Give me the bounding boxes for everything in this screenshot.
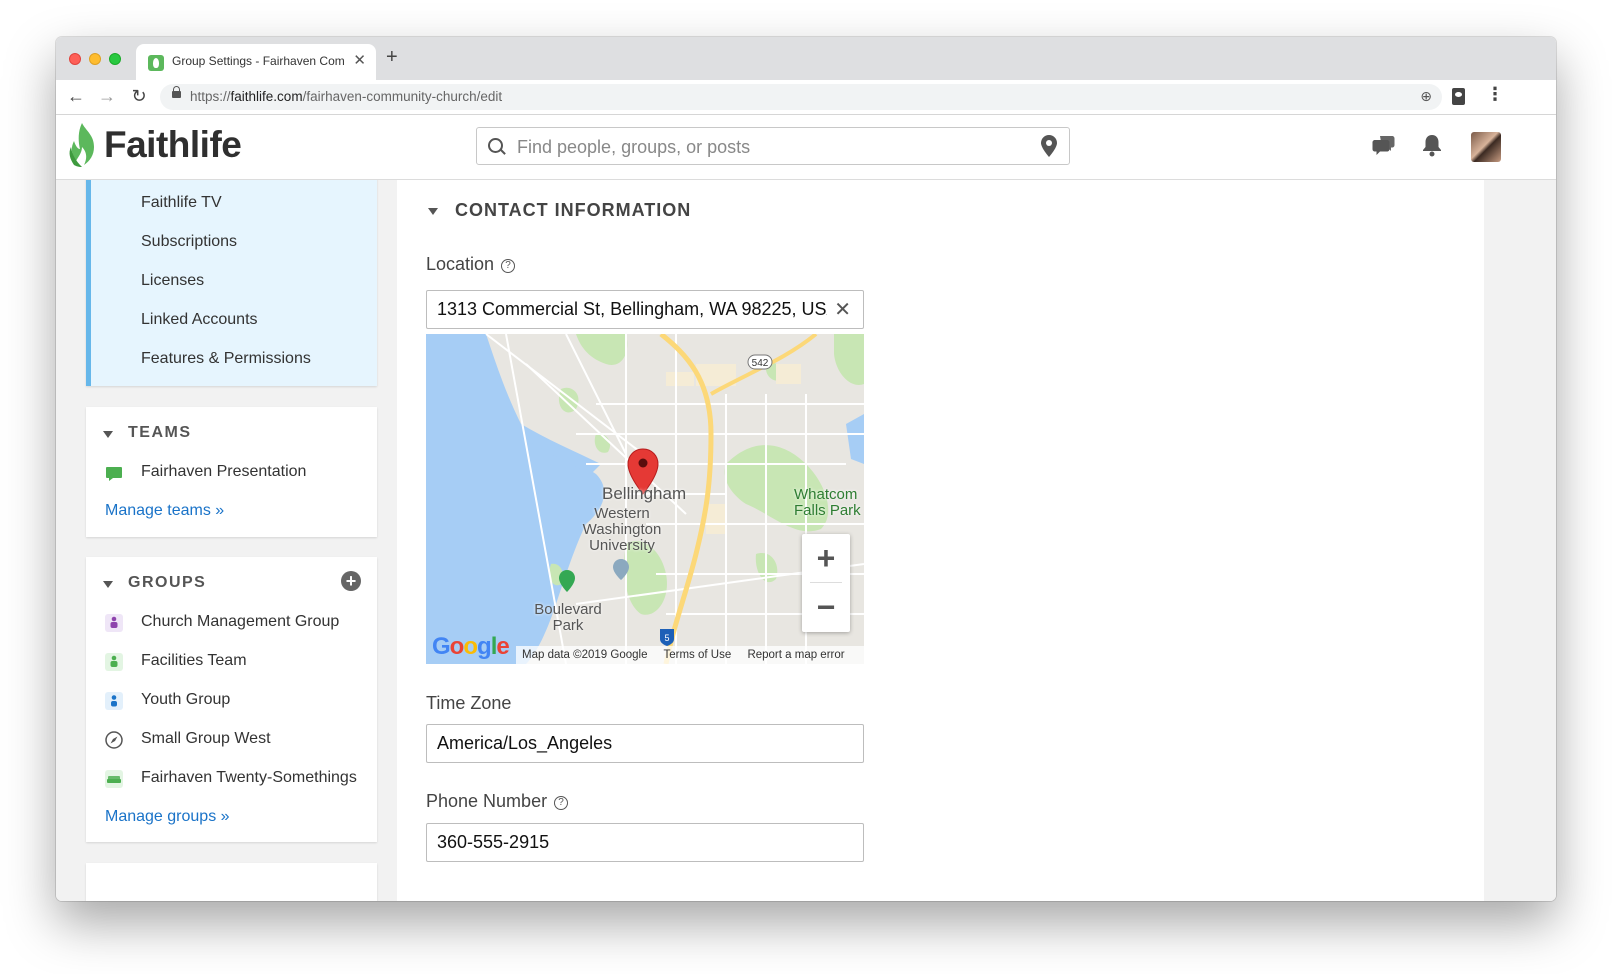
map-label-whatcom-falls-park: Whatcom Falls Park	[794, 486, 861, 519]
phone-field[interactable]	[426, 823, 864, 862]
timezone-field[interactable]	[426, 724, 864, 763]
zoom-out-button[interactable]: −	[802, 583, 850, 631]
sidebar-item-faithlife-tv[interactable]: Faithlife TV	[141, 194, 222, 212]
map-label-city: Bellingham	[602, 484, 687, 503]
person-icon	[105, 692, 123, 710]
lock-icon	[172, 86, 181, 98]
location-field[interactable]: ✕	[426, 290, 864, 329]
maximize-window-button[interactable]	[109, 53, 121, 65]
faithlife-favicon-icon	[148, 55, 164, 71]
zoom-magnifier-icon[interactable]: ⊕	[1420, 88, 1432, 105]
group-people-icon	[105, 653, 123, 671]
groups-title: GROUPS	[128, 574, 207, 591]
close-window-button[interactable]	[69, 53, 81, 65]
compass-icon	[105, 731, 123, 749]
phone-input[interactable]	[437, 832, 827, 853]
extension-icon[interactable]	[1452, 88, 1465, 105]
address-bar[interactable]: https://faithlife.com/fairhaven-communit…	[160, 84, 1442, 110]
map-terms-link[interactable]: Terms of Use	[663, 649, 731, 661]
sidebar-item-subscriptions[interactable]: Subscriptions	[141, 233, 237, 251]
back-icon[interactable]: ←	[66, 86, 86, 107]
team-chat-icon	[106, 467, 122, 481]
browser-tab[interactable]: Group Settings - Fairhaven Community Chu…	[136, 44, 376, 80]
search-icon	[488, 138, 503, 153]
teams-panel: TEAMS Fairhaven Presentation Manage team…	[86, 407, 377, 537]
tab-close-icon[interactable]: ✕	[353, 51, 366, 69]
browser-menu-icon[interactable]: ⋮	[1486, 84, 1504, 105]
sidebar-item-linked-accounts[interactable]: Linked Accounts	[141, 311, 258, 329]
section-title[interactable]: CONTACT INFORMATION	[455, 200, 691, 221]
timezone-label: Time Zone	[426, 693, 512, 713]
browser-window: Group Settings - Fairhaven Community Chu…	[56, 37, 1556, 901]
route-542-shield: 542	[752, 358, 769, 369]
map-zoom-control: + −	[802, 534, 850, 632]
messages-icon[interactable]	[1372, 133, 1396, 157]
new-tab-button[interactable]: +	[386, 46, 398, 69]
faithlife-logo-text[interactable]: Faithlife	[104, 124, 242, 166]
user-avatar[interactable]	[1471, 132, 1501, 162]
help-icon[interactable]: ?	[501, 259, 516, 273]
minimize-window-button[interactable]	[89, 53, 101, 65]
location-input[interactable]	[437, 299, 827, 320]
route-5-shield: 5	[664, 633, 669, 643]
phone-label: Phone Number?	[426, 791, 569, 812]
google-logo[interactable]: Google	[432, 633, 510, 661]
notifications-bell-icon[interactable]	[1422, 133, 1442, 157]
next-panel	[86, 863, 377, 901]
settings-menu-panel: Faithlife TV Subscriptions Licenses Link…	[86, 180, 377, 386]
map-label-boulevard-park: Boulevard Park	[534, 601, 602, 634]
app-header: Faithlife	[56, 115, 1556, 180]
section-caret-icon[interactable]	[428, 208, 438, 215]
page-content: Faithlife TV Subscriptions Licenses Link…	[56, 180, 1556, 901]
sofa-icon	[105, 770, 123, 788]
location-pin-icon[interactable]	[1041, 135, 1057, 157]
sidebar-item-features-permissions[interactable]: Features & Permissions	[141, 350, 311, 368]
faithlife-logo-icon[interactable]	[68, 121, 102, 171]
map-attribution-bar: Map data ©2019 Google Terms of Use Repor…	[516, 646, 864, 664]
manage-groups-link[interactable]: Manage groups »	[105, 808, 230, 826]
forward-icon[interactable]: →	[97, 86, 117, 107]
map-report-link[interactable]: Report a map error	[747, 649, 844, 661]
tab-strip: Group Settings - Fairhaven Community Chu…	[56, 37, 1556, 80]
timezone-input[interactable]	[437, 733, 827, 754]
location-label: Location?	[426, 254, 516, 275]
groups-panel: GROUPS + Church Management Group Facilit…	[86, 557, 377, 842]
map-attribution: Map data ©2019 Google	[522, 649, 648, 661]
collapse-caret-icon[interactable]	[103, 581, 113, 588]
reload-icon[interactable]: ↻	[129, 86, 149, 107]
location-map[interactable]: 542 5 Bellingham Western Washington Univ…	[426, 334, 864, 664]
manage-teams-link[interactable]: Manage teams »	[105, 502, 224, 520]
url-text: https://faithlife.com/fairhaven-communit…	[190, 89, 503, 104]
main-panel: CONTACT INFORMATION Location? ✕	[397, 180, 1484, 901]
tab-title: Group Settings - Fairhaven Community Chu…	[172, 54, 344, 68]
add-group-icon[interactable]: +	[341, 571, 361, 591]
search-box[interactable]	[476, 127, 1070, 165]
teams-title: TEAMS	[128, 424, 192, 441]
collapse-caret-icon[interactable]	[103, 431, 113, 438]
group-people-icon	[105, 614, 123, 632]
zoom-in-button[interactable]: +	[802, 534, 850, 582]
search-input[interactable]	[515, 135, 1029, 159]
browser-toolbar: ← → ↻ https://faithlife.com/fairhaven-co…	[56, 80, 1556, 115]
map-label-university: Western Washington University	[582, 505, 662, 554]
sidebar-item-licenses[interactable]: Licenses	[141, 272, 204, 290]
help-icon[interactable]: ?	[554, 796, 569, 810]
clear-icon[interactable]: ✕	[834, 297, 851, 322]
